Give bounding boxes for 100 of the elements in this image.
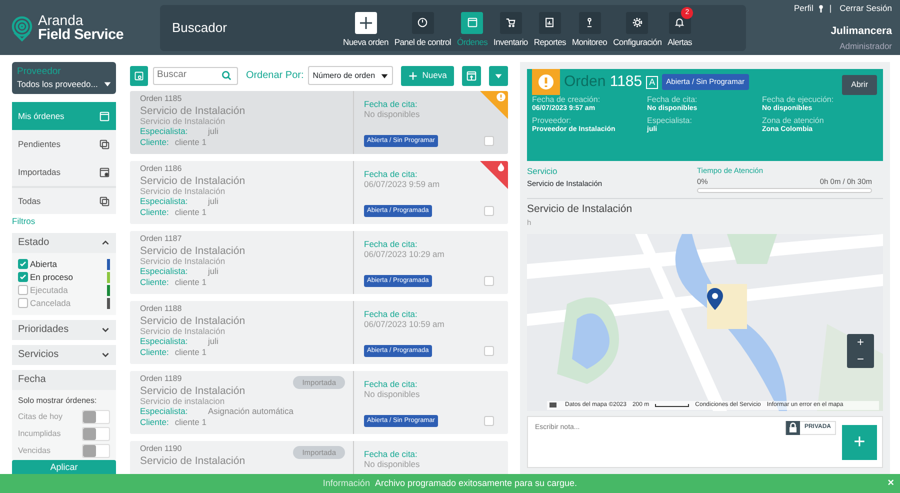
upload-icon (466, 70, 478, 82)
order-subtitle: Servicio de Instalación (140, 257, 226, 266)
plus-icon (408, 70, 418, 80)
order-title: Servicio de Instalación (140, 176, 246, 187)
menu-item[interactable]: Importadas (12, 158, 116, 186)
field-label: Especialista: (140, 406, 189, 416)
plus-icon (358, 14, 374, 31)
sort-label: Ordenar Por: (246, 69, 304, 83)
field-value: cliente 1 (174, 276, 206, 287)
checkbox[interactable] (18, 272, 28, 282)
toggle-label: Vencidas (18, 445, 50, 458)
upload-button[interactable] (462, 66, 482, 86)
section-title: Buscador (172, 18, 228, 37)
checkbox-label: Ejecutada (30, 284, 68, 297)
date-value: 06/07/2023 10:29 am (364, 249, 446, 259)
order-subtitle: Servicio de Instalación (140, 117, 226, 126)
date-label: Fecha de cita: (364, 379, 418, 389)
window-icon (134, 70, 144, 82)
filter-header[interactable]: Estado (12, 232, 116, 253)
search-field[interactable]: Buscar (153, 66, 238, 84)
field-value: cliente 1 (174, 136, 206, 147)
order-number: Orden 1190 (140, 444, 182, 454)
field-value: juli (208, 266, 218, 276)
logout-link[interactable]: Cerrar Sesión (840, 2, 892, 16)
toggle-label: Incumplidas (18, 428, 61, 440)
toggle-switch[interactable] (82, 410, 110, 424)
checkbox[interactable] (484, 276, 494, 286)
date-value: No disponibles (364, 459, 421, 469)
filter-header[interactable]: Servicios (12, 344, 116, 365)
order-title: Servicio de Instalación (140, 456, 246, 467)
nav-button[interactable]: Configuración (610, 6, 665, 48)
field-value: juli (208, 336, 218, 346)
bell-icon (674, 17, 686, 28)
field-value: juli (208, 126, 218, 136)
import-icon (99, 166, 110, 178)
field-label: Proveedor: (532, 116, 572, 125)
field-label: Zona de atención (762, 116, 825, 125)
window-icon (466, 17, 478, 28)
filter-header[interactable]: Fecha (12, 370, 116, 390)
service-label: Servicio (527, 165, 558, 178)
toggle-switch[interactable] (82, 444, 110, 458)
gear-icon (632, 17, 643, 28)
logo-icon (10, 14, 34, 42)
date-value: 06/07/2023 10:59 am (364, 319, 446, 329)
order-number: Orden 1185 (140, 94, 182, 104)
filter-header[interactable]: Prioridades (12, 320, 116, 340)
priority-tag: A (646, 76, 658, 88)
checkbox-label: En proceso (30, 270, 73, 284)
search-icon (221, 70, 232, 81)
profile-link[interactable]: Perfil (794, 2, 814, 16)
checkbox[interactable] (484, 346, 494, 356)
date-label: Fecha de cita: (364, 309, 418, 319)
field-label: Especialista: (647, 116, 693, 125)
filters-title: Filtros (12, 215, 36, 228)
nav-button[interactable]: Nueva orden (340, 6, 392, 48)
chevron-up-icon (101, 238, 110, 248)
checkbox[interactable] (484, 416, 494, 426)
chevron-down-icon (101, 325, 110, 334)
search-panel-button[interactable] (130, 66, 148, 86)
date-label: Fecha de cita: (364, 99, 418, 109)
caret-icon (381, 72, 388, 78)
warning-icon (496, 92, 506, 102)
nav-button[interactable]: Monitoreo (568, 6, 610, 48)
checkbox[interactable] (484, 206, 494, 216)
open-button[interactable]: Abrir (842, 75, 877, 95)
zoom-out-button[interactable]: − (847, 350, 874, 368)
toast-title: Información (322, 476, 370, 490)
checkbox[interactable] (18, 298, 28, 308)
toast-message: Archivo programado exitosamente para su cargue. (374, 476, 578, 490)
order-title: Servicio de Instalación (140, 316, 246, 327)
fire-icon (496, 162, 506, 172)
order-title: Servicio de Instalación (140, 386, 246, 397)
stack-icon (99, 196, 110, 206)
order-number: Orden 1187 (140, 234, 182, 244)
menu-item[interactable]: Pendientes (12, 130, 116, 158)
checkbox[interactable] (18, 285, 28, 296)
date-value: No disponibles (364, 109, 421, 119)
cart-icon (505, 17, 516, 28)
order-subtitle: Servicio de Instalación (140, 327, 226, 336)
order-number: Orden 1186 (140, 164, 182, 174)
field-label: Cliente: (140, 136, 169, 147)
caret-icon (104, 81, 111, 87)
order-subtitle: Servicio de instalacion (140, 397, 226, 406)
logo-text: Field Service (38, 26, 124, 42)
nav-button[interactable]: Reportes (530, 6, 569, 48)
field-label: Cliente: (140, 346, 169, 357)
menu-item[interactable]: Todas (12, 186, 116, 214)
nav-button[interactable]: Inventario (490, 6, 531, 48)
zoom-in-button[interactable]: + (847, 334, 874, 350)
checkbox-label: Abierta (30, 258, 57, 271)
checkbox[interactable] (484, 136, 494, 146)
user-role: Administrador (838, 40, 892, 53)
date-value: No disponibles (364, 389, 421, 399)
checkbox[interactable] (18, 259, 28, 270)
sort-dropdown[interactable]: Número de orden (308, 66, 394, 85)
filter-hint: Solo mostrar órdenes: (18, 394, 98, 407)
dropdown-button[interactable] (489, 66, 508, 86)
toggle-switch[interactable] (82, 427, 110, 442)
nav-button[interactable]: Panel de control (391, 6, 454, 48)
provider-dropdown[interactable]: Proveedor Todos los proveedo... (12, 62, 116, 94)
